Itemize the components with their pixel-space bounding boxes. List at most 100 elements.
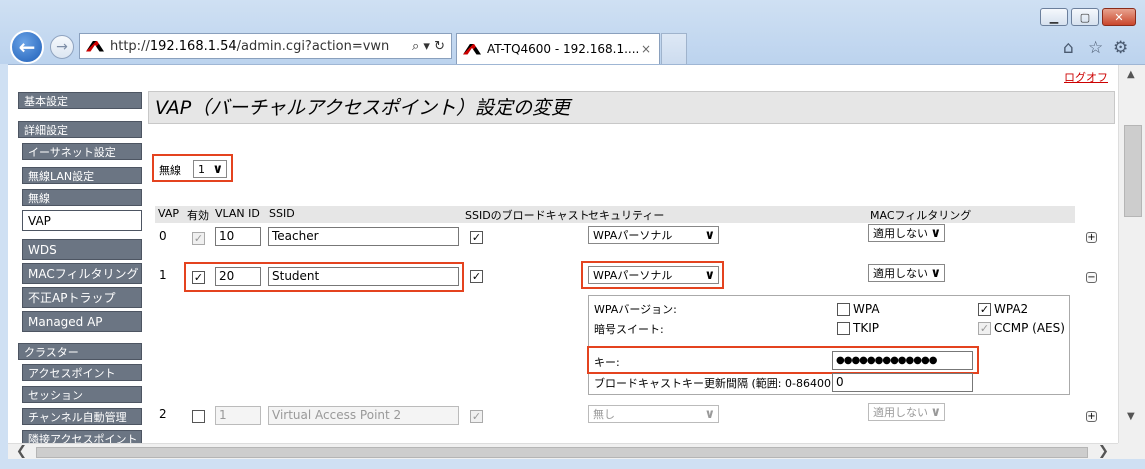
new-tab-button[interactable]: [661, 33, 687, 64]
row2-expand-icon[interactable]: +: [1086, 411, 1097, 422]
sidebar-basic[interactable]: 基本設定: [18, 92, 142, 109]
ccmp-label: CCMP (AES): [994, 321, 1065, 335]
logout-link[interactable]: ログオフ: [1064, 69, 1108, 85]
row2-vap: 2: [159, 407, 167, 421]
minimize-button[interactable]: ▁: [1040, 8, 1068, 26]
wpa-label: WPA: [853, 302, 880, 316]
chevron-down-icon: ∨: [704, 406, 715, 422]
tab-close-icon[interactable]: ×: [641, 42, 651, 56]
scroll-right-icon[interactable]: ❯: [1098, 444, 1109, 459]
refresh-icon[interactable]: ↻: [434, 39, 445, 54]
back-icon: ←: [18, 35, 36, 59]
header-security: セキュリティー: [588, 209, 665, 222]
row0-vap: 0: [159, 229, 167, 243]
settings-gear-icon[interactable]: ⚙: [1113, 38, 1128, 58]
radio-label: 無線: [159, 164, 181, 177]
url-host: 192.168.1.54: [149, 38, 237, 54]
row2-security-select[interactable]: 無し ∨: [588, 405, 719, 423]
sidebar-item-access-point[interactable]: アクセスポイント: [22, 364, 142, 381]
maximize-button[interactable]: ▢: [1071, 8, 1099, 26]
chevron-down-icon: ∨: [704, 227, 715, 243]
sidebar-item-wireless[interactable]: 無線: [22, 189, 142, 206]
chevron-down-icon: ∨: [930, 404, 941, 420]
window-frame-bottom: [0, 459, 1145, 469]
row0-broadcast-checkbox[interactable]: ✓: [470, 231, 483, 244]
favorites-star-icon[interactable]: ☆: [1088, 38, 1103, 58]
sidebar-item-wlan[interactable]: 無線LAN設定: [22, 167, 142, 184]
row0-enabled-checkbox[interactable]: ✓: [192, 232, 205, 245]
header-ssid: SSID: [269, 207, 295, 220]
scroll-down-icon[interactable]: ▼: [1127, 411, 1135, 422]
sidebar-cluster[interactable]: クラスター: [18, 343, 142, 360]
row0-mac-select[interactable]: 適用しない ∨: [868, 224, 945, 242]
sidebar-item-rogue-ap[interactable]: 不正APトラップ: [22, 287, 142, 308]
site-logo-icon: [86, 40, 104, 52]
wpa-version-label: WPAバージョン:: [594, 303, 677, 316]
sidebar-item-managed-ap[interactable]: Managed AP: [22, 311, 142, 332]
row2-broadcast-checkbox[interactable]: ✓: [470, 410, 483, 423]
scroll-left-icon[interactable]: ❮: [16, 444, 27, 459]
wpa2-checkbox[interactable]: ✓: [978, 303, 991, 316]
header-vap: VAP: [158, 207, 179, 220]
window-frame: [0, 64, 8, 459]
url-prefix: http://: [110, 38, 150, 54]
row1-ssid-input[interactable]: Student: [268, 267, 459, 286]
row1-security-select[interactable]: WPAパーソナル ∨: [588, 266, 719, 284]
sidebar-advanced[interactable]: 詳細設定: [18, 121, 142, 138]
sidebar-item-vap[interactable]: VAP: [22, 210, 142, 231]
sidebar-item-neighbor[interactable]: 隣接アクセスポイント: [22, 430, 142, 443]
row1-broadcast-checkbox[interactable]: ✓: [470, 270, 483, 283]
sidebar-item-mac-filter[interactable]: MACフィルタリング: [22, 263, 142, 284]
row0-expand-icon[interactable]: +: [1086, 232, 1097, 243]
back-button[interactable]: ←: [10, 30, 44, 64]
header-broadcast: SSIDのブロードキャスト: [465, 209, 590, 222]
horizontal-scroll-thumb[interactable]: [36, 447, 1088, 458]
search-icon[interactable]: ⌕: [412, 39, 419, 54]
row1-mac-select[interactable]: 適用しない ∨: [868, 264, 945, 282]
sidebar-item-channel[interactable]: チャンネル自動管理: [22, 408, 142, 425]
row0-security-select[interactable]: WPAパーソナル ∨: [588, 226, 719, 244]
row1-collapse-icon[interactable]: −: [1086, 272, 1097, 283]
forward-icon: →: [56, 39, 68, 55]
tkip-checkbox[interactable]: [837, 322, 850, 335]
vertical-scrollbar[interactable]: ▲ ▼: [1118, 65, 1145, 443]
row1-enabled-checkbox[interactable]: ✓: [192, 271, 205, 284]
page-title: VAP（バーチャルアクセスポイント）設定の変更: [148, 91, 1115, 124]
chevron-down-icon: ∨: [930, 225, 941, 241]
ccmp-checkbox[interactable]: ✓: [978, 322, 991, 335]
address-bar[interactable]: http:// 192.168.1.54 /admin.cgi?action=v…: [79, 33, 452, 59]
sidebar-item-ethernet[interactable]: イーサネット設定: [22, 143, 142, 160]
row1-vlan-input[interactable]: 20: [215, 267, 261, 286]
page-content: ログオフ 基本設定 詳細設定 イーサネット設定 無線LAN設定 無線 VAP W…: [8, 65, 1118, 443]
scroll-up-icon[interactable]: ▲: [1127, 69, 1135, 80]
row2-vlan-input[interactable]: 1: [215, 406, 261, 425]
rekey-input[interactable]: 0: [832, 373, 973, 392]
radio-select[interactable]: 1 ∨: [193, 160, 227, 178]
scroll-corner: [1118, 443, 1145, 459]
home-icon[interactable]: ⌂: [1063, 38, 1074, 58]
chevron-down-icon: ∨: [704, 267, 715, 283]
key-input[interactable]: ●●●●●●●●●●●●●: [832, 351, 973, 370]
row2-ssid-input[interactable]: Virtual Access Point 2: [268, 406, 459, 425]
row0-vlan-input[interactable]: 10: [215, 227, 261, 246]
key-label: キー:: [594, 356, 620, 369]
forward-button[interactable]: →: [50, 35, 74, 59]
wpa2-label: WPA2: [994, 302, 1029, 316]
horizontal-scrollbar[interactable]: ❮ ❯: [8, 443, 1118, 460]
chevron-down-icon: ∨: [212, 161, 223, 177]
wpa-checkbox[interactable]: [837, 303, 850, 316]
chevron-down-icon: ∨: [930, 265, 941, 281]
tkip-label: TKIP: [853, 321, 879, 335]
vertical-scroll-thumb[interactable]: [1124, 125, 1142, 217]
header-vlan: VLAN ID: [215, 207, 260, 220]
close-window-button[interactable]: ✕: [1102, 8, 1136, 26]
row2-enabled-checkbox[interactable]: [192, 410, 205, 423]
header-enabled: 有効: [187, 209, 209, 222]
sidebar-item-session[interactable]: セッション: [22, 386, 142, 403]
browser-tab[interactable]: AT-TQ4600 - 192.168.1.... ×: [456, 33, 660, 64]
rekey-label: ブロードキャストキー更新間隔 (範囲: 0-86400): [594, 377, 836, 390]
sidebar-item-wds[interactable]: WDS: [22, 239, 142, 260]
row0-ssid-input[interactable]: Teacher: [268, 227, 459, 246]
row2-mac-select[interactable]: 適用しない ∨: [868, 403, 945, 421]
row1-vap: 1: [159, 268, 167, 282]
